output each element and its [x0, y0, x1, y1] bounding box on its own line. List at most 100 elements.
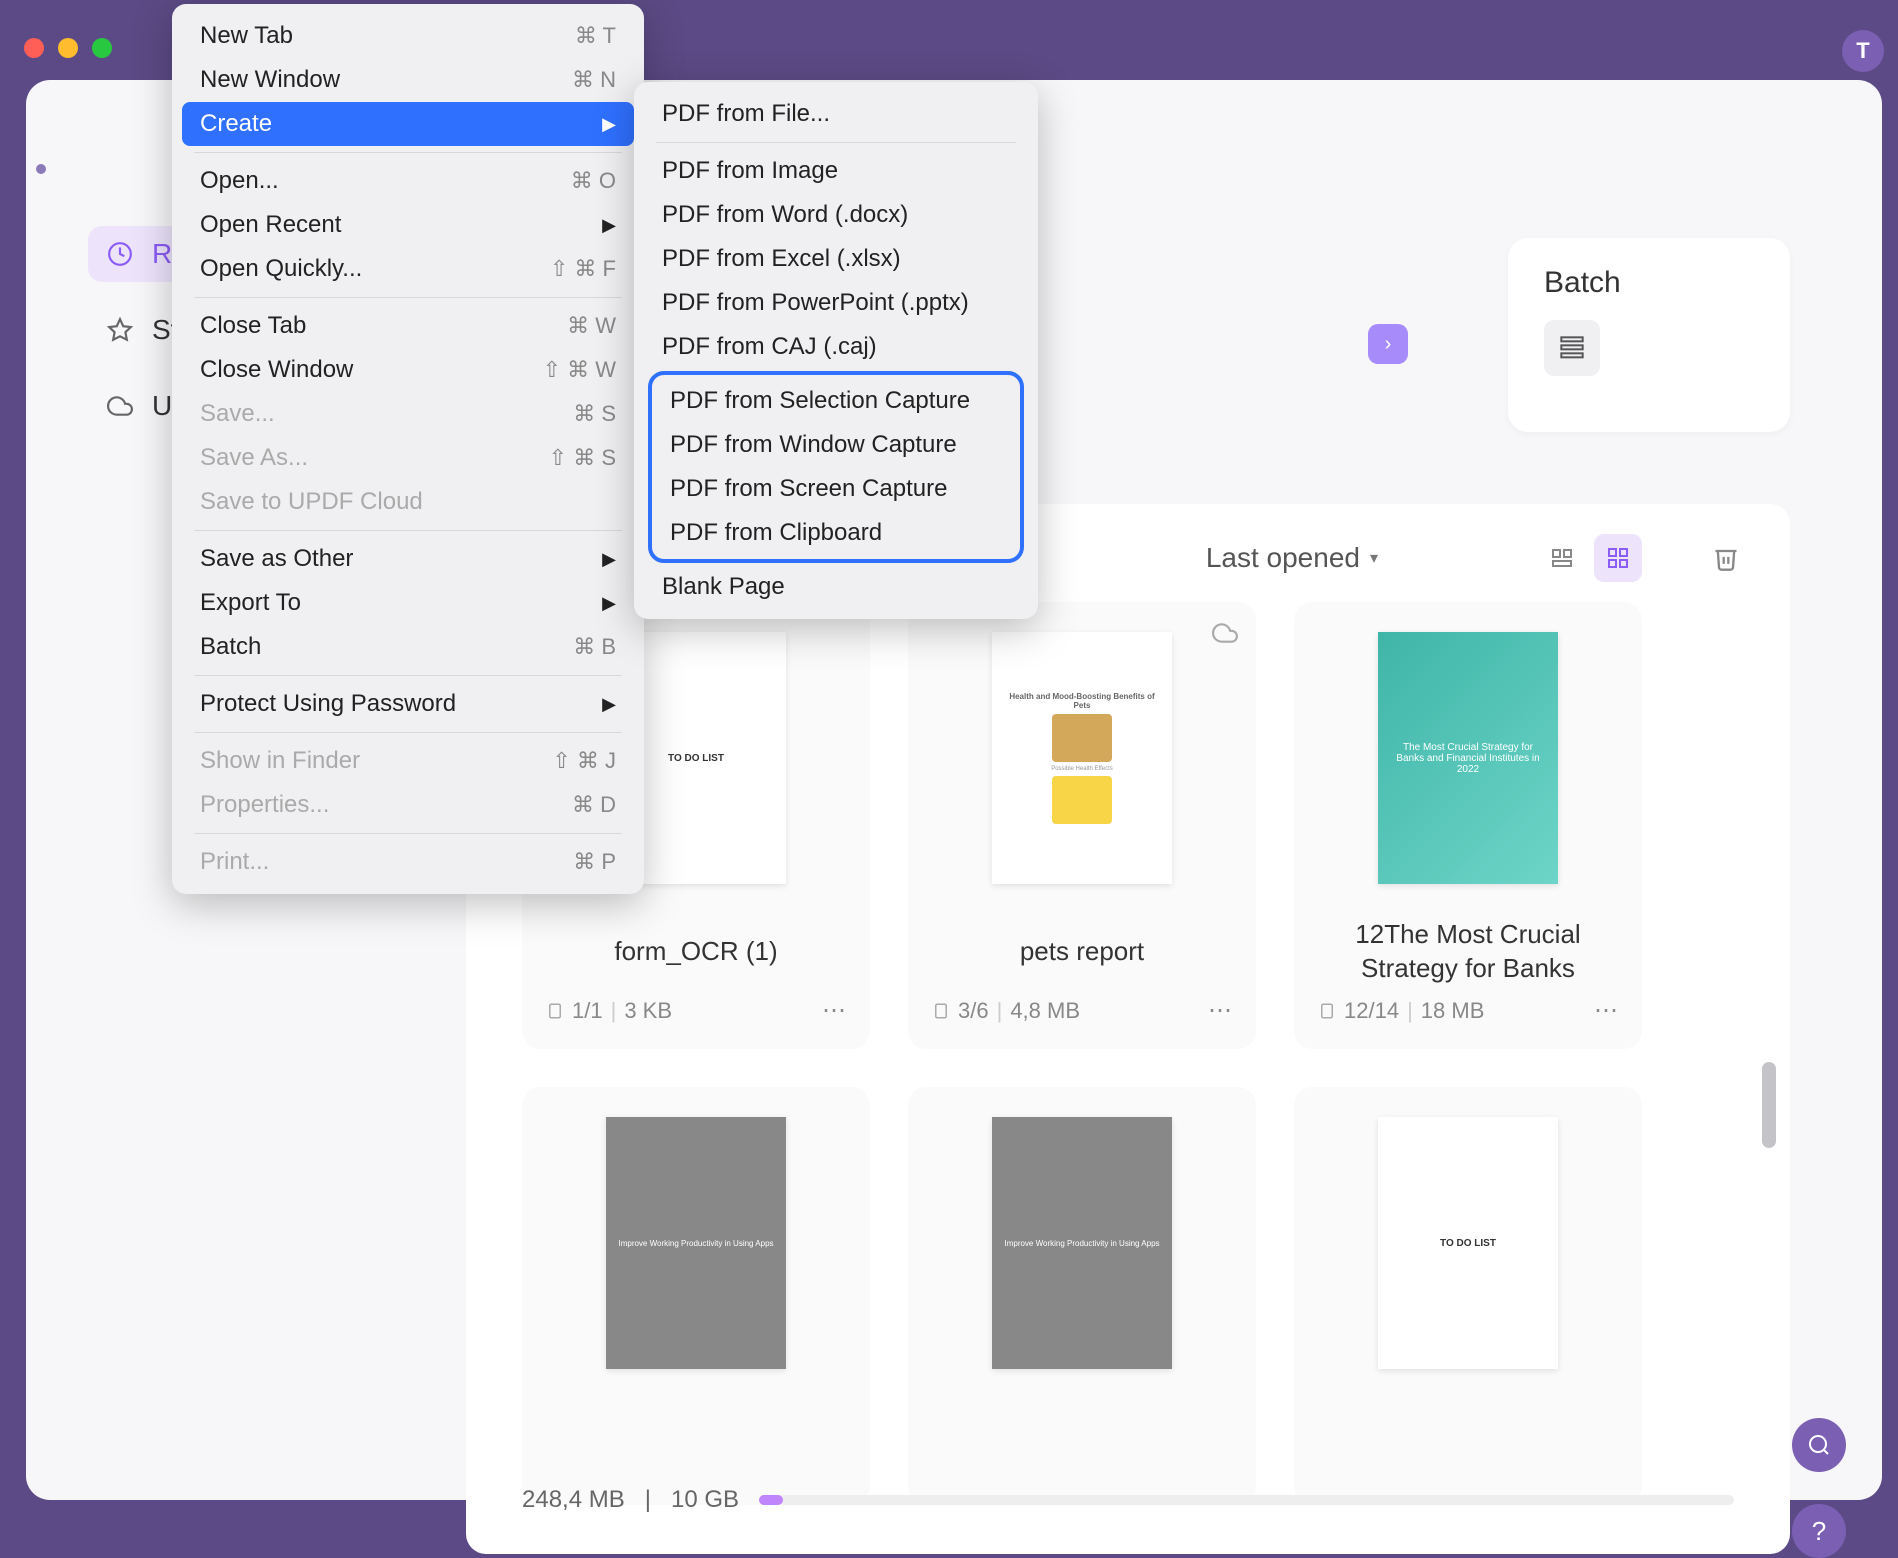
file-size: 3 KB: [624, 998, 672, 1024]
menu-item-new-tab[interactable]: New Tab ⌘ T: [182, 14, 634, 58]
file-title: [1318, 1403, 1618, 1471]
submenu-item-pdf-from-clipboard[interactable]: PDF from Clipboard: [652, 511, 1020, 555]
file-card[interactable]: The Most Crucial Strategy for Banks and …: [1294, 602, 1642, 1049]
menu-item-new-window[interactable]: New Window⌘ N: [182, 58, 634, 102]
menu-item-close-tab[interactable]: Close Tab ⌘ W: [182, 304, 634, 348]
file-title: 12The Most Crucial Strategy for Banks: [1318, 918, 1618, 986]
file-area: Last opened ▾ TO DO: [466, 504, 1790, 1554]
menu-shortcut: ⌘ N: [572, 67, 616, 93]
submenu-item-pdf-from-word-docx-[interactable]: PDF from Word (.docx): [644, 193, 1028, 237]
create-submenu: PDF from File...PDF from ImagePDF from W…: [634, 82, 1038, 619]
submenu-item-pdf-from-excel-xlsx-[interactable]: PDF from Excel (.xlsx): [644, 237, 1028, 281]
submenu-item-pdf-from-file-[interactable]: PDF from File...: [644, 92, 1028, 136]
clock-icon: [104, 238, 136, 270]
menu-label: Save...: [200, 400, 275, 428]
storage-bar: 248,4 MB | 10 GB: [522, 1486, 1734, 1514]
cloud-icon: [104, 390, 136, 422]
menu-shortcut: ⌘ O: [571, 168, 616, 194]
menu-item-create[interactable]: Create▶: [182, 102, 634, 146]
storage-track: [759, 1495, 1734, 1505]
view-toggle: [1538, 534, 1642, 582]
minimize-window-icon[interactable]: [58, 38, 78, 58]
menu-item-close-window[interactable]: Close Window⇧ ⌘ W: [182, 348, 634, 392]
menu-separator: [194, 833, 622, 834]
star-icon: [104, 314, 136, 346]
menu-shortcut: ⌘ D: [572, 792, 616, 818]
menu-item-batch[interactable]: Batch ⌘ B: [182, 625, 634, 669]
storage-used: 248,4 MB: [522, 1486, 625, 1514]
page-icon: [546, 1002, 564, 1020]
caret-down-icon[interactable]: ▾: [1370, 548, 1378, 568]
chevron-right-icon: ▶: [602, 114, 616, 135]
submenu-item-blank-page[interactable]: Blank Page: [644, 565, 1028, 609]
menu-label: Open Recent: [200, 211, 341, 239]
trash-button[interactable]: [1702, 534, 1750, 582]
scrollbar[interactable]: [1762, 1062, 1776, 1148]
file-title: form_OCR (1): [546, 918, 846, 986]
file-meta: 1/1 | 3 KB ⋯: [546, 996, 846, 1025]
help-button[interactable]: ?: [1792, 1504, 1846, 1558]
file-title: [546, 1403, 846, 1471]
file-card[interactable]: Improve Working Productivity in Using Ap…: [908, 1087, 1256, 1505]
more-button[interactable]: ⋯: [1594, 996, 1618, 1025]
file-menu: New Tab ⌘ T New Window⌘ NCreate▶ Open...⌘ O…: [172, 4, 644, 894]
menu-separator: [194, 530, 622, 531]
file-thumbnail: The Most Crucial Strategy for Banks and …: [1378, 632, 1558, 884]
menu-item-export-to[interactable]: Export To▶: [182, 581, 634, 625]
menu-item-open-quickly-[interactable]: Open Quickly...⇧ ⌘ F: [182, 247, 634, 291]
menu-shortcut: ⇧ ⌘ J: [552, 748, 616, 774]
menu-item-open-[interactable]: Open...⌘ O: [182, 159, 634, 203]
menu-label: Batch: [200, 633, 261, 661]
menu-label: Properties...: [200, 791, 329, 819]
submenu-item-pdf-from-image[interactable]: PDF from Image: [644, 149, 1028, 193]
menu-item-save-as-: Save As...⇧ ⌘ S: [182, 436, 634, 480]
menu-shortcut: ⌘ P: [573, 849, 616, 875]
menu-item-save-as-other[interactable]: Save as Other▶: [182, 537, 634, 581]
menu-item-protect-using-password[interactable]: Protect Using Password ▶: [182, 682, 634, 726]
submenu-item-pdf-from-screen-capture[interactable]: PDF from Screen Capture: [652, 467, 1020, 511]
file-pages: 12/14: [1344, 998, 1399, 1024]
file-card[interactable]: Improve Working Productivity in Using Ap…: [522, 1087, 870, 1505]
grid-view-button[interactable]: [1594, 534, 1642, 582]
menu-item-open-recent[interactable]: Open Recent▶: [182, 203, 634, 247]
submenu-item-pdf-from-caj-caj-[interactable]: PDF from CAJ (.caj): [644, 325, 1028, 369]
submenu-item-pdf-from-window-capture[interactable]: PDF from Window Capture: [652, 423, 1020, 467]
more-button[interactable]: ⋯: [822, 996, 846, 1025]
window-controls: [24, 38, 112, 58]
maximize-window-icon[interactable]: [92, 38, 112, 58]
menu-label: Close Window: [200, 356, 353, 384]
close-window-icon[interactable]: [24, 38, 44, 58]
menu-item-save-: Save...⌘ S: [182, 392, 634, 436]
action-card-batch[interactable]: Batch: [1508, 238, 1790, 432]
file-card[interactable]: TO DO LIST: [1294, 1087, 1642, 1505]
menu-shortcut: ⌘ B: [573, 634, 616, 660]
menu-separator: [194, 732, 622, 733]
file-size: 4,8 MB: [1010, 998, 1080, 1024]
menu-label: Print...: [200, 848, 269, 876]
menu-label: Save as Other: [200, 545, 353, 573]
menu-label: Protect Using Password: [200, 690, 456, 718]
menu-label: Close Tab: [200, 312, 306, 340]
menu-label: Save As...: [200, 444, 308, 472]
scroll-indicator-icon: [36, 164, 46, 174]
more-button[interactable]: ⋯: [1208, 996, 1232, 1025]
file-thumbnail: Health and Mood-Boosting Benefits of Pet…: [992, 632, 1172, 884]
menu-label: New Tab: [200, 22, 293, 50]
submenu-item-pdf-from-selection-capture[interactable]: PDF from Selection Capture: [652, 379, 1020, 423]
submenu-item-pdf-from-powerpoint-pptx-[interactable]: PDF from PowerPoint (.pptx): [644, 281, 1028, 325]
chevron-right-icon: ▶: [602, 593, 616, 614]
file-card[interactable]: Health and Mood-Boosting Benefits of Pet…: [908, 602, 1256, 1049]
list-view-button[interactable]: [1538, 534, 1586, 582]
search-button[interactable]: [1792, 1418, 1846, 1472]
arrow-right-icon[interactable]: ›: [1368, 324, 1408, 364]
file-thumbnail: Improve Working Productivity in Using Ap…: [992, 1117, 1172, 1369]
menu-item-print-: Print... ⌘ P: [182, 840, 634, 884]
menu-shortcut: ⌘ W: [567, 313, 616, 339]
storage-fill: [759, 1495, 783, 1505]
avatar[interactable]: T: [1842, 30, 1884, 72]
menu-shortcut: ⌘ T: [575, 23, 616, 49]
menu-label: Show in Finder: [200, 747, 360, 775]
chevron-right-icon: ▶: [602, 694, 616, 715]
file-pages: 3/6: [958, 998, 989, 1024]
sort-dropdown[interactable]: Last opened: [1206, 542, 1360, 574]
